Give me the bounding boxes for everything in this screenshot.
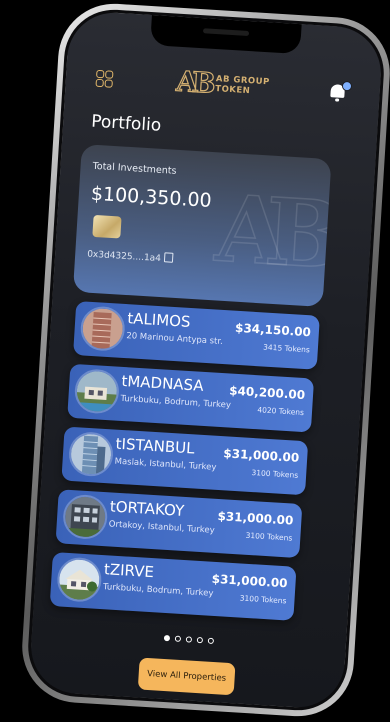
property-location: 20 Marinou Antypa str. xyxy=(126,331,224,347)
property-location: Ortakoy, Istanbul, Turkey xyxy=(108,519,215,536)
property-price: $31,000.00 xyxy=(211,571,288,591)
property-price: $31,000.00 xyxy=(217,509,294,528)
property-name: tISTANBUL xyxy=(115,434,196,458)
property-tokens: 3100 Tokens xyxy=(239,593,287,606)
pagination-dot[interactable] xyxy=(185,636,193,643)
property-thumbnail xyxy=(73,368,121,415)
property-thumbnail xyxy=(61,493,109,541)
notification-bell-icon[interactable] xyxy=(327,80,353,105)
app-logo: AB AB GROUP TOKEN xyxy=(175,64,270,104)
property-location: Turkbuku, Bodrum, Turkey xyxy=(102,582,214,599)
app-header: AB AB GROUP TOKEN xyxy=(64,58,380,121)
total-investments-card[interactable]: AB Total Investments $100,350.00 0x3d432… xyxy=(72,144,332,308)
property-name: tMADNASA xyxy=(121,371,205,395)
property-name: tORTAKOY xyxy=(109,497,185,520)
property-card[interactable]: tISTANBUL Maslak, Istanbul, Turkey $31,000… xyxy=(61,426,309,496)
property-location: Turkbuku, Bodrum, Turkey xyxy=(120,393,232,411)
page-title: Portfolio xyxy=(90,111,162,136)
property-price: $34,150.00 xyxy=(234,320,312,340)
pagination-dot[interactable] xyxy=(174,635,182,642)
pagination-dots xyxy=(163,634,215,644)
property-price: $31,000.00 xyxy=(222,446,300,465)
view-all-properties-button[interactable]: View All Properties xyxy=(137,657,236,696)
property-name: tALIMOS xyxy=(126,309,192,331)
total-investments-value: $100,350.00 xyxy=(90,182,213,213)
wallet-address: 0x3d4325....1a4 xyxy=(86,248,174,265)
property-card[interactable]: tALIMOS 20 Marinou Antypa str. $34,150.00 3… xyxy=(73,300,320,370)
property-tokens: 4020 Tokens xyxy=(257,405,305,418)
phone-mockup: AB AB GROUP TOKEN Portfolio AB Total Inv… xyxy=(18,0,390,720)
ab-logo-mark-icon: AB xyxy=(175,64,212,100)
property-location: Maslak, Istanbul, Turkey xyxy=(114,456,217,473)
property-thumbnail xyxy=(79,305,127,352)
property-thumbnail xyxy=(67,430,115,478)
property-card[interactable]: tORTAKOY Ortakoy, Istanbul, Turkey $31,000… xyxy=(55,489,303,559)
property-tokens: 3100 Tokens xyxy=(251,467,299,480)
property-tokens: 3100 Tokens xyxy=(245,530,293,543)
card-chip-icon xyxy=(92,214,122,239)
copy-icon[interactable] xyxy=(163,252,174,263)
pagination-dot[interactable] xyxy=(207,637,215,644)
pagination-dot[interactable] xyxy=(196,636,204,644)
property-thumbnail xyxy=(56,556,103,603)
phone-notch xyxy=(150,15,302,55)
pagination-dot[interactable] xyxy=(163,634,171,642)
property-card[interactable]: tMADNASA Turkbuku, Bodrum, Turkey $40,200.… xyxy=(67,363,315,433)
property-price: $40,200.00 xyxy=(228,383,306,403)
wallet-address-text: 0x3d4325....1a4 xyxy=(86,249,162,265)
menu-grid-icon[interactable] xyxy=(95,69,114,89)
notification-dot xyxy=(341,80,353,92)
ab-watermark-icon: AB xyxy=(212,174,325,290)
property-card[interactable]: tZIRVE Turkbuku, Bodrum, Turkey $31,000.00… xyxy=(49,552,297,621)
property-tokens: 3415 Tokens xyxy=(262,342,311,355)
app-screen: AB AB GROUP TOKEN Portfolio AB Total Inv… xyxy=(25,6,387,714)
total-investments-label: Total Investments xyxy=(92,160,177,177)
property-name: tZIRVE xyxy=(103,560,155,582)
